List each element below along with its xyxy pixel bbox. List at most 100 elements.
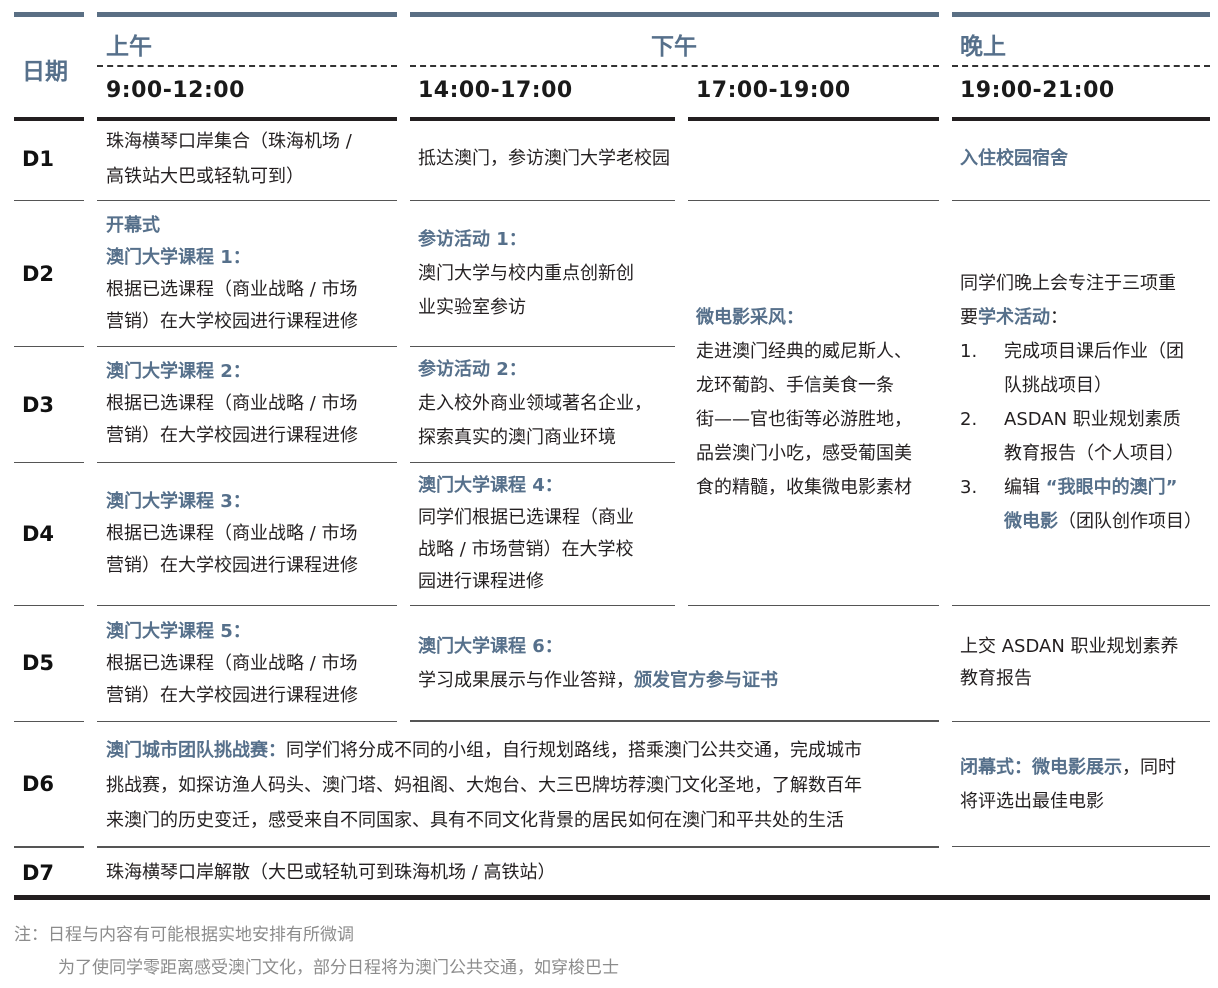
d6-line3: 来澳门的历史变迁，感受来自不同国家、具有不同文化背景的居民如何在澳门和平共处的生…: [106, 810, 844, 831]
header-bar-evening: [952, 12, 1210, 17]
rule-d6-date: [14, 846, 84, 848]
rule-d1-evening: [952, 200, 1210, 201]
academic-item-3-microfilm: 微电影: [1004, 511, 1058, 532]
d2-course-title: 澳门大学课程 1：: [106, 247, 251, 268]
time-slot-1: 9:00-12:00: [106, 78, 245, 103]
academic-intro-line1: 同学们晚上会专注于三项重: [960, 273, 1176, 294]
d6-evening-line2: 将评选出最佳电影: [960, 791, 1104, 812]
header-bar-morning: [97, 12, 397, 17]
date-column-header: 日期: [22, 59, 68, 85]
d5-evening-line1: 上交 ASDAN 职业规划素养: [960, 636, 1179, 657]
d4-course-line1: 根据已选课程（商业战略 / 市场: [106, 523, 358, 544]
d4-course-title: 澳门大学课程 3：: [106, 491, 251, 512]
academic-item-2-line2: 教育报告（个人项目）: [1004, 443, 1184, 464]
rule-d4-date: [14, 605, 84, 606]
d3-course-line1: 根据已选课程（商业战略 / 市场: [106, 393, 358, 414]
microfilm-title: 微电影采风：: [696, 307, 804, 328]
header-underline-morning: [97, 117, 397, 121]
academic-item-1-line1: 完成项目课后作业（团: [1004, 341, 1184, 362]
microfilm-line5: 食的精髓，收集微电影素材: [696, 477, 912, 498]
rule-d2-afternoon: [410, 346, 675, 347]
table-bottom-rule: [14, 895, 1210, 900]
rule-d1-afternoon: [410, 200, 675, 201]
d4-afternoon-line2: 战略 / 市场营销）在大学校: [418, 539, 634, 560]
d6-block: 澳门城市团队挑战赛：同学们将分成不同的小组，自行规划路线，搭乘澳门公共交通，完成…: [106, 733, 936, 838]
rule-d4-morning: [97, 605, 397, 606]
academic-item-1-line2: 队挑战项目）: [1004, 375, 1112, 396]
header-underline-afternoon2: [688, 117, 939, 121]
d6-challenge-title: 澳门城市团队挑战赛：: [106, 740, 286, 761]
academic-block: 同学们晚上会专注于三项重 要学术活动： 1. 完成项目课后作业（团 队挑战项目）…: [960, 267, 1210, 539]
d4-course-title-afternoon: 澳门大学课程 4：: [418, 475, 563, 496]
d1-morning-line2: 高铁站大巴或轻轨可到）: [106, 166, 304, 187]
d2-visit-line2: 业实验室参访: [418, 297, 526, 318]
d5-course-line1: 根据已选课程（商业战略 / 市场: [106, 653, 358, 674]
rule-d3-morning: [97, 462, 397, 463]
rule-d1-afternoon2: [688, 200, 939, 201]
microfilm-line4: 品尝澳门小吃，感受葡国美: [696, 443, 912, 464]
microfilm-line1: 走进澳门经典的威尼斯人、: [696, 341, 912, 362]
rule-d4-afternoon: [410, 605, 675, 606]
academic-item-1: 1. 完成项目课后作业（团 队挑战项目）: [960, 335, 1210, 403]
d2-visit-title: 参访活动 1：: [418, 229, 527, 250]
rule-d2-date: [14, 346, 84, 347]
day-label-d7: D7: [22, 861, 55, 885]
d2-morning-block: 开幕式 澳门大学课程 1： 根据已选课程（商业战略 / 市场 营销）在大学校园进…: [106, 210, 358, 338]
rule-d2-morning: [97, 346, 397, 347]
d2-opening-ceremony: 开幕式: [106, 215, 160, 236]
day-label-d6: D6: [22, 772, 55, 796]
d3-visit-line2: 探索真实的澳门商业环境: [418, 427, 616, 448]
morning-header: 上午: [106, 34, 152, 60]
academic-activities-highlight: 学术活动: [978, 307, 1050, 328]
microfilm-block: 微电影采风： 走进澳门经典的威尼斯人、 龙环葡韵、手信美食一条 街——官也街等必…: [696, 301, 912, 505]
d2-course-line1: 根据已选课程（商业战略 / 市场: [106, 279, 358, 300]
d6-body1: 同学们将分成不同的小组，自行规划路线，搭乘澳门公共交通，完成城市: [286, 740, 862, 761]
d5-certificate-highlight: 颁发官方参与证书: [634, 670, 778, 691]
d4-afternoon-block: 澳门大学课程 4： 同学们根据已选课程（商业 战略 / 市场营销）在大学校 园进…: [418, 470, 634, 598]
academic-intro-line2: 要学术活动：: [960, 301, 1210, 335]
d5-evening-line2: 教育报告: [960, 668, 1032, 689]
note-line2: 为了使同学零距离感受澳门文化，部分日程将为澳门公共交通，如穿梭巴士: [58, 958, 619, 978]
d5-afternoon-body: 学习成果展示与作业答辩，: [418, 670, 634, 691]
d2-visit-line1: 澳门大学与校内重点创新创: [418, 263, 634, 284]
d5-evening-block: 上交 ASDAN 职业规划素养 教育报告: [960, 631, 1179, 695]
d2-course-line2: 营销）在大学校园进行课程进修: [106, 311, 358, 332]
academic-item-1-number: 1.: [960, 341, 978, 362]
d3-afternoon-block: 参访活动 2： 走入校外商业领域著名企业， 探索真实的澳门商业环境: [418, 354, 652, 454]
header-bar-afternoon: [410, 12, 939, 17]
d3-visit-title: 参访活动 2：: [418, 359, 527, 380]
afternoon-header: 下午: [651, 34, 697, 60]
d5-course-title: 澳门大学课程 5：: [106, 621, 251, 642]
academic-item-3-line2: 微电影（团队创作项目）: [1004, 505, 1210, 539]
academic-item-3-team: （团队创作项目）: [1058, 511, 1202, 532]
d6-evening-line1: 闭幕式：微电影展示，同时: [960, 751, 1176, 785]
microfilm-line3: 街——官也街等必游胜地，: [696, 409, 912, 430]
rule-d1-date: [14, 200, 84, 201]
time-slot-4: 19:00-21:00: [960, 78, 1115, 103]
d5-course-line2: 营销）在大学校园进行课程进修: [106, 685, 358, 706]
academic-item-3-film-title: “我眼中的澳门”: [1045, 477, 1178, 498]
d1-morning-line1: 珠海横琴口岸集合（珠海机场 /: [106, 131, 352, 152]
d6-closing-ceremony: 闭幕式：微电影展示: [960, 757, 1122, 778]
d1-morning-text: 珠海横琴口岸集合（珠海机场 / 高铁站大巴或轻轨可到）: [106, 126, 352, 193]
d1-afternoon-text: 抵达澳门，参访澳门大学老校园: [418, 148, 670, 169]
rule-d5-morning: [97, 721, 397, 722]
academic-item-3: 3. 编辑 “我眼中的澳门” 微电影（团队创作项目）: [960, 471, 1210, 539]
d6-line2: 挑战赛，如探访渔人码头、澳门塔、妈祖阁、大炮台、大三巴牌坊荐澳门文化圣地，了解数…: [106, 775, 862, 796]
rule-d5-afternoon: [410, 720, 939, 722]
day-label-d4: D4: [22, 522, 55, 546]
d4-course-line2: 营销）在大学校园进行课程进修: [106, 555, 358, 576]
time-slot-3: 17:00-19:00: [696, 78, 851, 103]
day-label-d2: D2: [22, 262, 55, 286]
d5-course-title-afternoon: 澳门大学课程 6：: [418, 636, 563, 657]
rule-d4-afternoon2: [688, 605, 939, 606]
d6-evening-block: 闭幕式：微电影展示，同时 将评选出最佳电影: [960, 751, 1176, 819]
academic-item-2-line1: ASDAN 职业规划素质: [1004, 409, 1181, 430]
d5-morning-block: 澳门大学课程 5： 根据已选课程（商业战略 / 市场 营销）在大学校园进行课程进…: [106, 616, 358, 712]
header-bar-date: [14, 12, 84, 17]
d7-text: 珠海横琴口岸解散（大巴或轻轨可到珠海机场 / 高铁站）: [106, 862, 556, 883]
d4-morning-block: 澳门大学课程 3： 根据已选课程（商业战略 / 市场 营销）在大学校园进行课程进…: [106, 486, 358, 582]
day-label-d5: D5: [22, 651, 55, 675]
d2-afternoon-block: 参访活动 1： 澳门大学与校内重点创新创 业实验室参访: [418, 224, 634, 324]
rule-d5-evening: [952, 721, 1210, 722]
